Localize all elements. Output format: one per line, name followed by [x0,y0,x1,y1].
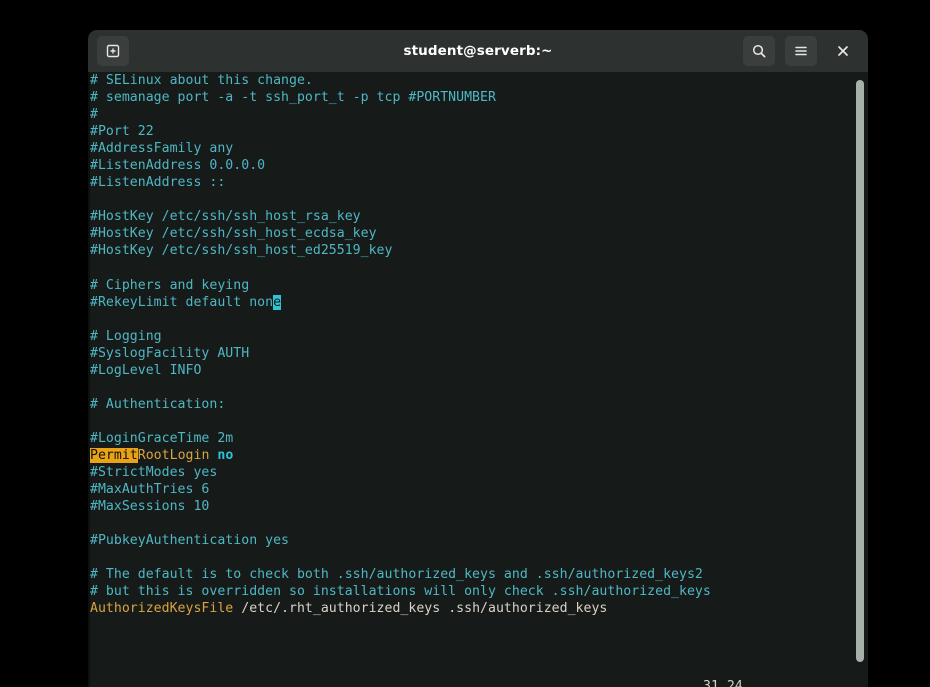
terminal-text-segment: no [217,448,233,463]
close-button[interactable] [827,36,859,66]
terminal-text-segment: # Ciphers and keying [90,278,249,293]
terminal-text-segment: e [273,295,281,310]
terminal-line: #HostKey /etc/ssh/ssh_host_rsa_key [90,208,852,225]
terminal-line: # Ciphers and keying [90,277,852,294]
terminal-text-segment: #HostKey /etc/ssh/ssh_host_rsa_key [90,209,361,224]
terminal-text-segment: #MaxAuthTries 6 [90,482,209,497]
terminal-scrollbar[interactable] [852,72,868,687]
terminal-line [90,379,852,396]
terminal-text-segment: #HostKey /etc/ssh/ssh_host_ecdsa_key [90,226,377,241]
terminal-text-segment: # [90,107,98,122]
terminal-line [90,413,852,430]
hamburger-menu-icon [793,43,809,59]
terminal-text-segment: AuthorizedKeysFile [90,601,233,616]
terminal-text-segment: #MaxSessions 10 [90,499,209,514]
terminal-line: #ListenAddress :: [90,174,852,191]
terminal-line: #LogLevel INFO [90,362,852,379]
terminal-line: #ListenAddress 0.0.0.0 [90,157,852,174]
terminal-line: #StrictModes yes [90,464,852,481]
terminal-content[interactable]: # SELinux about this change. # semanage p… [88,72,868,687]
terminal-line [90,191,852,208]
terminal-line: # Logging [90,328,852,345]
terminal-line: #AddressFamily any [90,140,852,157]
terminal-line: #HostKey /etc/ssh/ssh_host_ed25519_key [90,242,852,259]
terminal-line: AuthorizedKeysFile /etc/.rht_authorized_… [90,600,852,617]
terminal-text-segment: #HostKey /etc/ssh/ssh_host_ed25519_key [90,243,392,258]
terminal-text-segment: /etc/.rht_authorized_keys .ssh/authorize… [233,601,607,616]
terminal-window: student@serverb:~ [88,30,868,687]
terminal-line: # but this is overridden so installation… [90,583,852,600]
terminal-text-segment: #AddressFamily any [90,141,233,156]
terminal-text-segment: #RekeyLimit default non [90,295,273,310]
terminal-line: #Port 22 [90,123,852,140]
vim-editor-buffer[interactable]: # SELinux about this change. # semanage p… [90,72,852,687]
terminal-line [90,260,852,277]
terminal-text-segment: #ListenAddress :: [90,175,225,190]
terminal-text-segment: #LoginGraceTime 2m [90,431,233,446]
terminal-line [90,515,852,532]
terminal-line: #MaxAuthTries 6 [90,481,852,498]
terminal-line: PermitRootLogin no [90,447,852,464]
search-icon [751,43,767,59]
terminal-line: #HostKey /etc/ssh/ssh_host_ecdsa_key [90,225,852,242]
terminal-line: # SELinux about this change. [90,72,852,89]
terminal-text-segment: # semanage port -a -t ssh_port_t -p tcp … [90,90,496,105]
terminal-line: # semanage port -a -t ssh_port_t -p tcp … [90,89,852,106]
terminal-text-segment: # but this is overridden so installation… [90,584,711,599]
terminal-text-segment: #Port 22 [90,124,154,139]
terminal-line: #RekeyLimit default none [90,294,852,311]
terminal-text-segment: # The default is to check both .ssh/auth… [90,567,703,582]
terminal-line: # [90,106,852,123]
terminal-text-segment: Permit [90,448,138,463]
terminal-line [90,311,852,328]
close-icon [836,44,850,58]
terminal-text-segment: #SyslogFacility AUTH [90,346,249,361]
vim-status-line: 31,24 17% [90,661,852,678]
terminal-line [90,549,852,566]
terminal-line: #SyslogFacility AUTH [90,345,852,362]
terminal-line: #LoginGraceTime 2m [90,430,852,447]
titlebar-actions [743,30,859,72]
terminal-text-segment: # SELinux about this change. [90,73,313,88]
menu-button[interactable] [785,36,817,66]
terminal-text-segment: # Authentication: [90,397,225,412]
scrollbar-thumb[interactable] [856,80,864,662]
titlebar: student@serverb:~ [88,30,868,72]
terminal-text-segment: #StrictModes yes [90,465,217,480]
cursor-position: 31,24 [703,678,743,687]
terminal-line: #MaxSessions 10 [90,498,852,515]
terminal-text-segment: # Logging [90,329,162,344]
terminal-line: #PubkeyAuthentication yes [90,532,852,549]
new-tab-icon [105,43,121,59]
terminal-text-segment: #ListenAddress 0.0.0.0 [90,158,265,173]
terminal-line: # Authentication: [90,396,852,413]
terminal-text-segment: RootLogin [138,448,218,463]
search-button[interactable] [743,36,775,66]
terminal-text-segment: #PubkeyAuthentication yes [90,533,289,548]
terminal-text-segment: #LogLevel INFO [90,363,201,378]
new-tab-button[interactable] [97,36,129,66]
terminal-line: # The default is to check both .ssh/auth… [90,566,852,583]
